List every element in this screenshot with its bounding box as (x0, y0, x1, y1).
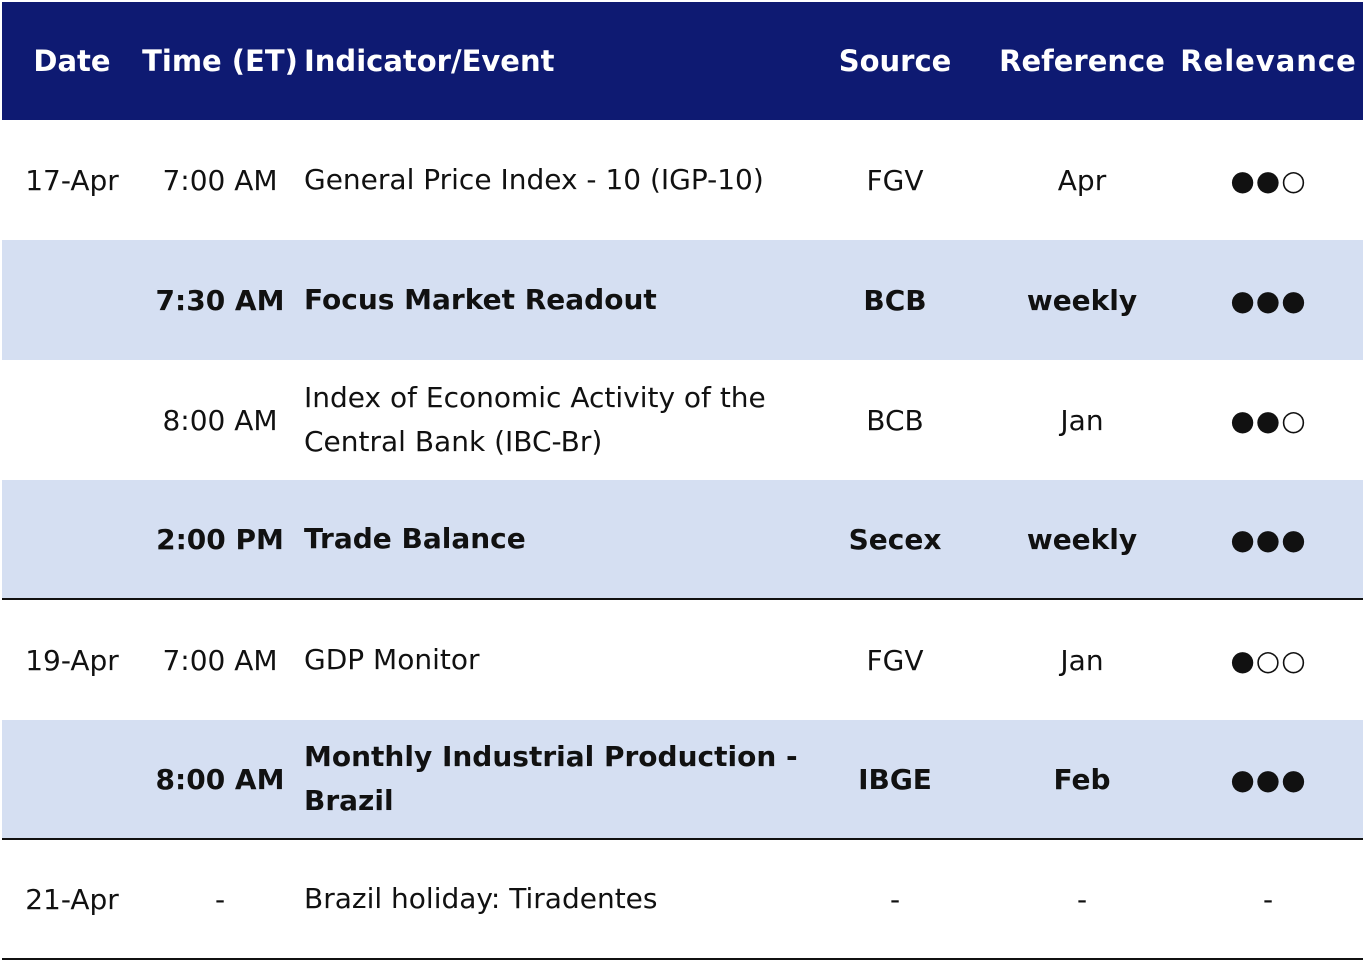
event-cell: Brazil holiday: Tiradentes (304, 882, 658, 915)
event-cell: GDP Monitor (304, 643, 480, 676)
relevance-cell: - (1262, 882, 1275, 916)
header-event: Indicator/Event (304, 44, 555, 78)
event-cell: Index of Economic Activity of the Centra… (304, 381, 766, 458)
table-row: 19-Apr 7:00 AM GDP Monitor FGV Jan ●○○ (2, 600, 1363, 720)
source-cell: - (889, 882, 901, 916)
source-cell: FGV (866, 163, 924, 197)
table-row: 2:00 PM Trade Balance Secex weekly ●●● (2, 480, 1363, 600)
header-source: Source (838, 44, 952, 78)
header-date: Date (33, 44, 111, 78)
source-cell: BCB (866, 403, 924, 437)
relevance-cell: ●○○ (1230, 643, 1307, 677)
table-row: 21-Apr - Brazil holiday: Tiradentes - - … (2, 840, 1363, 960)
time-cell: 2:00 PM (156, 522, 284, 556)
relevance-cell: ●●● (1230, 522, 1307, 556)
time-cell: 7:00 AM (162, 643, 278, 677)
reference-cell: Jan (1060, 643, 1104, 677)
economic-calendar-table: Date Time (ET) Indicator/Event Source Re… (2, 2, 1363, 960)
table-row: 17-Apr 7:00 AM General Price Index - 10 … (2, 120, 1363, 240)
time-cell: 8:00 AM (155, 762, 285, 796)
source-cell: FGV (866, 643, 924, 677)
relevance-cell: ●●○ (1230, 403, 1307, 437)
table-row: 7:30 AM Focus Market Readout BCB weekly … (2, 240, 1363, 360)
source-cell: BCB (863, 283, 927, 317)
event-cell: Focus Market Readout (304, 283, 657, 316)
time-cell: 8:00 AM (162, 403, 278, 437)
event-cell: Monthly Industrial Production - Brazil (304, 740, 798, 817)
event-cell: General Price Index - 10 (IGP-10) (304, 163, 764, 196)
date-cell: 19-Apr (25, 643, 119, 677)
reference-cell: - (1076, 882, 1088, 916)
table-header: Date Time (ET) Indicator/Event Source Re… (2, 2, 1363, 120)
date-cell: 17-Apr (25, 163, 119, 197)
header-time: Time (ET) (142, 44, 298, 78)
source-cell: Secex (848, 522, 942, 556)
table-row: 8:00 AM Index of Economic Activity of th… (2, 360, 1363, 480)
event-cell: Trade Balance (304, 522, 526, 555)
time-cell: - (214, 882, 226, 916)
reference-cell: weekly (1026, 522, 1138, 556)
reference-cell: Apr (1057, 163, 1107, 197)
time-cell: 7:00 AM (162, 163, 278, 197)
date-cell: 21-Apr (25, 882, 119, 916)
header-relevance: Relevance (1180, 44, 1357, 78)
reference-cell: Feb (1053, 762, 1111, 796)
table-row: 8:00 AM Monthly Industrial Production - … (2, 720, 1363, 840)
reference-cell: weekly (1026, 283, 1138, 317)
relevance-cell: ●●○ (1230, 163, 1307, 197)
source-cell: IBGE (858, 762, 932, 796)
time-cell: 7:30 AM (155, 283, 285, 317)
header-reference: Reference (999, 44, 1165, 78)
reference-cell: Jan (1060, 403, 1104, 437)
relevance-cell: ●●● (1230, 283, 1307, 317)
relevance-cell: ●●● (1230, 762, 1307, 796)
